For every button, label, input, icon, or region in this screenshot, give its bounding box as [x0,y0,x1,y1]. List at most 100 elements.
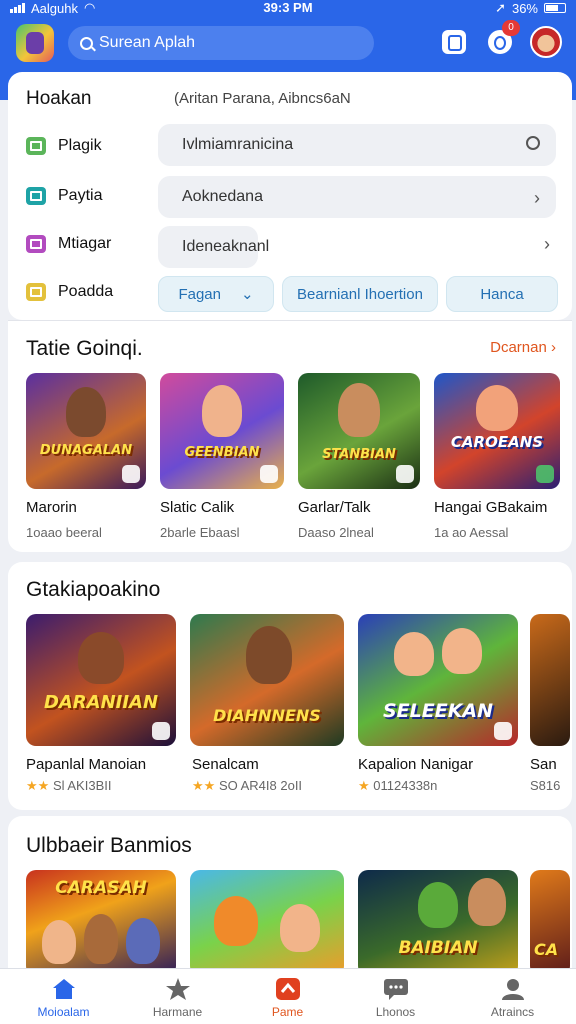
character-image [84,914,118,964]
notification-badge: 0 [502,20,520,36]
character-image [246,626,292,684]
filter-chip-dropdown[interactable]: Fagan ⌄ [158,276,274,312]
filter-input-1[interactable]: Ivlmiamranicina [158,124,556,166]
search-icon[interactable] [526,136,540,150]
game-meta: Sl AKI3BII [52,778,112,793]
nav-label: Atraincs [490,1005,535,1019]
game-icon [275,977,301,1001]
game-name[interactable]: Papanlal Manoian [26,756,146,773]
filter-card: Hoakan (Aritan Parana, Aibncs6aN Plagik … [8,72,572,320]
tile-art-text: SELEEKAN [382,700,494,722]
tile-art-text: CAROEANS [450,433,544,451]
game-name[interactable]: Kapalion Nanigar [358,756,473,773]
nav-item-favorites[interactable]: Harmane [120,969,235,1024]
search-icon [80,36,93,50]
game-name[interactable]: Slatic Calik [160,499,234,516]
location-icon: ➚ [495,0,506,15]
game-tile[interactable]: DARANIIAN [26,614,176,746]
nav-item-games[interactable]: Pame [230,969,345,1024]
genre-icon [26,235,46,253]
tile-art-text: GEENBIAN [184,445,260,460]
character-image [338,383,380,437]
game-tile[interactable]: STANBIAN [298,373,420,489]
tag-icon [26,187,46,205]
nav-label: Moioalam [37,1005,90,1019]
game-tile[interactable]: GEENBIAN [160,373,284,489]
game-tile[interactable]: SELEEKAN [358,614,518,746]
chevron-down-icon: ⌄ [240,286,254,303]
filter-chip[interactable]: Bearnianl Ihoertion [282,276,438,312]
filter-value: Ideneaknanl [182,238,270,255]
battery-icon [544,3,566,13]
character-image [476,385,518,431]
game-meta: 1oaao beeral [26,525,102,540]
game-meta: SO AR4I8 2oII [218,778,303,793]
section-title: Tatie Goinqi. [26,337,143,360]
game-meta: 2barle Ebaasl [160,525,240,540]
home-icon [51,977,77,1001]
game-meta: 1a ao Aessal [434,525,509,540]
profile-icon [500,977,526,1001]
game-tile[interactable]: CA [530,870,570,976]
filter-select-3[interactable]: Ideneaknanl [158,226,269,268]
nav-label: Harmane [152,1005,203,1019]
section-title: Ulbbaeir Banmios [26,834,192,857]
game-name[interactable]: San [530,756,572,773]
filter-label: Paytia [58,187,103,204]
chip-label: Bearnianl Ihoertion [297,285,423,303]
game-tile[interactable]: BAIBIAN [358,870,518,976]
character-image [442,628,482,674]
filter-chip[interactable]: Hanca [446,276,558,312]
star-icon [165,977,191,1001]
search-bar[interactable]: Surean Aplah [68,26,374,60]
game-name[interactable]: Senalcam [192,756,259,773]
chevron-right-icon[interactable]: › [544,234,550,255]
game-meta: S816 [530,778,561,793]
avatar[interactable] [530,26,562,58]
nav-item-profile[interactable]: Atraincs [455,969,570,1024]
nav-item-home[interactable]: Moioalam [6,969,121,1024]
section-title: Gtakiapoakino [26,578,161,601]
filter-select-2[interactable]: Aoknedana › [158,176,556,218]
character-image [66,387,106,437]
game-tile[interactable] [530,614,570,746]
character-image [394,632,434,676]
game-name[interactable]: Marorin [26,499,77,516]
filter-row-3: Mtiagar [26,224,111,264]
filter-label: Mtiagar [58,235,112,252]
badge-icon [536,465,554,483]
tile-art-text: CA [534,940,559,959]
filter-row-1: Plagik [26,126,102,166]
library-icon[interactable] [442,30,466,54]
tile-art-text: DARANIIAN [43,692,159,713]
game-tile[interactable]: CAROEANS [434,373,560,489]
section-popular: Gtakiapoakino DARANIIAN DIAHNNENS SELEEK… [8,562,572,810]
filter-title: Hoakan [26,88,92,109]
character-image [126,918,160,964]
tile-art-text: STANBIAN [322,447,396,462]
see-all-link[interactable]: Dcarnan › [490,339,556,356]
chip-label: Fagan [178,285,221,303]
game-tile[interactable]: CARASAH [26,870,176,976]
game-tile[interactable] [190,870,344,976]
nav-item-chat[interactable]: Lhonos [338,969,453,1024]
folder-icon [26,283,46,301]
filter-value: Ivlmiamranicina [182,136,294,153]
badge-icon [494,722,512,740]
chat-icon [383,977,409,1001]
filter-value: Aoknedana [182,188,263,205]
chip-label: Hanca [480,285,524,303]
filter-label: Poadda [58,283,114,300]
status-bar: Aalguhk ◠ 39:3 PM ➚ 36% [0,0,576,16]
tile-art-text: DUNAGALAN [39,443,133,458]
game-name[interactable]: Garlar/Talk [298,499,371,516]
tile-art-text: BAIBIAN [398,938,478,958]
nav-label: Lhonos [375,1005,416,1019]
section-trending: Tatie Goinqi. Dcarnan › DUNAGALAN GEENBI… [8,320,572,552]
rating-stars: ★ [358,778,370,793]
game-name[interactable]: Hangai GBakaim [434,499,547,516]
app-logo[interactable] [16,24,54,62]
game-tile[interactable]: DIAHNNENS [190,614,344,746]
game-tile[interactable]: DUNAGALAN [26,373,146,489]
category-icon [26,137,46,155]
